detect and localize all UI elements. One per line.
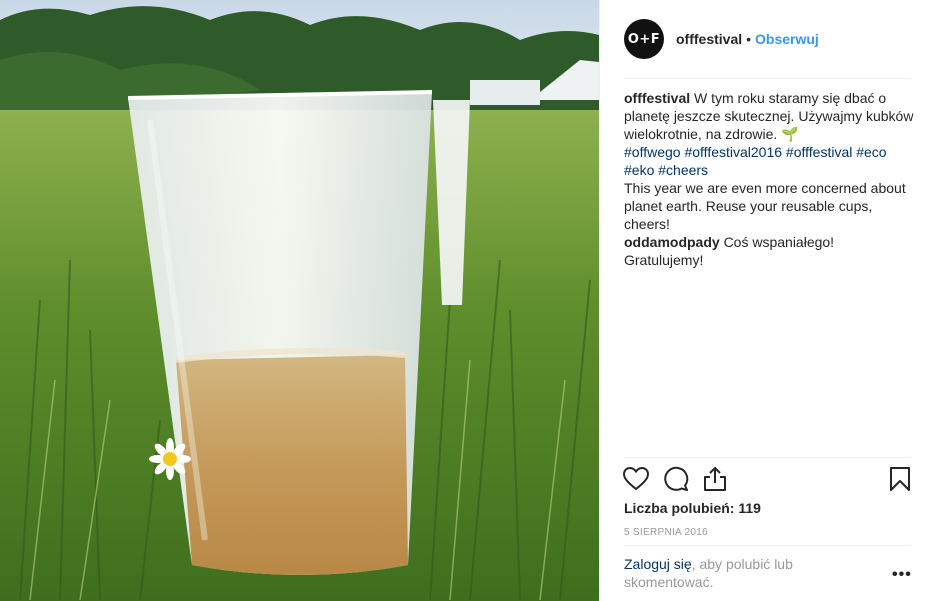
caption: offfestival W tym roku staramy się dbać … [624, 89, 914, 233]
login-divider [624, 545, 911, 546]
cup-on-grass-image [0, 0, 599, 601]
share-icon[interactable] [702, 466, 728, 492]
hashtag-eco[interactable]: #eco [856, 144, 886, 160]
hashtag-cheers[interactable]: #cheers [658, 162, 708, 178]
login-prompt: Zaloguj się, aby polubić lub skomentować… [624, 555, 864, 591]
caption-username[interactable]: offfestival [624, 90, 690, 106]
likes-count[interactable]: Liczba polubień: 119 [624, 500, 761, 516]
hashtag-eko[interactable]: #eko [624, 162, 654, 178]
action-bar [623, 466, 913, 494]
separator-dot: • [746, 31, 752, 47]
more-options-icon[interactable]: ••• [892, 566, 912, 584]
header-username[interactable]: offfestival [676, 31, 742, 47]
bookmark-icon[interactable] [887, 466, 913, 492]
post-sidebar: O+F offfestival • Obserwuj offfestival W… [599, 0, 934, 601]
hashtag-offfestival[interactable]: #offfestival [786, 144, 852, 160]
comment: oddamodpady Coś wspaniałego! Gratulujemy… [624, 233, 914, 269]
hashtag-offfestival2016[interactable]: #offfestival2016 [684, 144, 782, 160]
comment-icon[interactable] [663, 466, 689, 492]
instagram-post: O+F offfestival • Obserwuj offfestival W… [0, 0, 934, 601]
actions-divider [624, 457, 911, 458]
avatar[interactable]: O+F [624, 19, 664, 59]
hashtag-offwego[interactable]: #offwego [624, 144, 681, 160]
post-date[interactable]: 5 SIERPNIA 2016 [624, 527, 708, 538]
caption-text-en: This year we are even more concerned abo… [624, 180, 906, 232]
follow-button[interactable]: Obserwuj [755, 31, 819, 47]
header-divider [624, 78, 911, 79]
heart-icon[interactable] [623, 466, 649, 492]
comments-section: offfestival W tym roku staramy się dbać … [624, 89, 914, 269]
seedling-icon: 🌱 [781, 126, 799, 142]
comment-username[interactable]: oddamodpady [624, 234, 720, 250]
login-link[interactable]: Zaloguj się [624, 556, 692, 572]
post-photo[interactable] [0, 0, 599, 601]
post-header: O+F offfestival • Obserwuj [624, 19, 911, 59]
